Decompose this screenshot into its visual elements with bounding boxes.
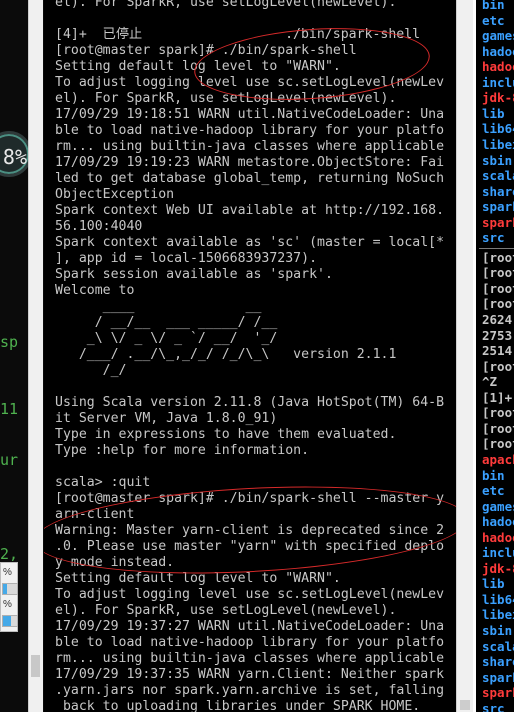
listing-entry: etc — [482, 483, 505, 499]
terminal-output[interactable]: el). For SparkR, use setLogLevel(newLeve… — [55, 0, 444, 712]
adjacent-terminal-listing: binetcgameshadoohadooinclujdk-8liblib64l… — [476, 0, 514, 712]
background-text-fragment: 11 — [0, 400, 19, 418]
listing-entry: [root — [482, 296, 514, 312]
listing-entry: spark — [482, 669, 514, 685]
listing-entry: [root — [482, 265, 514, 281]
listing-entry: hadoo — [482, 529, 514, 545]
listing-entry: libex — [482, 607, 514, 623]
listing-entry: games — [482, 28, 514, 44]
listing-entry: bin — [482, 0, 505, 12]
listing-entry: [root — [482, 358, 514, 374]
mini-stats-panel: % % — [0, 562, 18, 632]
background-text-fragment: sp — [0, 333, 19, 351]
terminal-scrollbar-thumb[interactable] — [460, 700, 470, 710]
listing-entry: scala — [482, 638, 514, 654]
listing-entry: jdk-8 — [482, 560, 514, 576]
terminal-scrollbar[interactable] — [456, 0, 473, 712]
listing-entry: etc — [482, 12, 505, 28]
background-window-strip: sp 11 ur 2, 8% % % — [0, 0, 44, 712]
background-text-fragment: ur — [0, 451, 19, 469]
listing-entry: 2753 — [482, 327, 513, 343]
listing-entry: sbin — [482, 623, 513, 638]
listing-entry: [root — [482, 249, 514, 265]
listing-entry: [root — [482, 420, 514, 436]
listing-entry: bin — [482, 467, 505, 483]
listing-entry: hadoo — [482, 59, 514, 75]
listing-entry: spark — [482, 199, 514, 215]
listing-entry: hadoo — [482, 43, 514, 59]
mini-panel-bar — [2, 615, 18, 627]
listing-entry: inclu — [482, 545, 514, 561]
listing-entry: scala — [482, 168, 514, 184]
listing-entry: 2514 — [482, 343, 513, 359]
listing-entry: lib — [482, 576, 505, 592]
listing-entry: [root — [482, 280, 514, 296]
listing-entry: src — [482, 230, 505, 246]
listing-entry: jdk-8 — [482, 90, 514, 106]
listing-entry: [1]+ — [482, 389, 513, 405]
listing-entry: [root — [482, 436, 514, 452]
listing-entry: share — [482, 654, 514, 670]
listing-entry: spark — [482, 214, 514, 230]
listing-entry: 2624 — [482, 312, 513, 327]
listing-entry: spark — [482, 685, 514, 701]
listing-entry: hadoo — [482, 514, 514, 530]
terminal-window[interactable]: el). For SparkR, use setLogLevel(newLeve… — [44, 0, 456, 712]
listing-entry: lib — [482, 105, 505, 121]
mini-panel-bar — [2, 583, 18, 595]
listing-entry: ^Z — [482, 374, 498, 390]
left-scrollbar-thumb[interactable] — [31, 655, 40, 677]
listing-entry: lib64 — [482, 121, 514, 137]
left-window-scrollbar[interactable] — [28, 0, 43, 712]
listing-entry: sbin — [482, 152, 513, 168]
listing-divider — [479, 247, 514, 249]
listing-entry: src — [482, 700, 505, 712]
listing-entry: lib64 — [482, 591, 514, 607]
listing-entry: games — [482, 498, 514, 514]
mini-panel-label: % — [3, 567, 12, 578]
listing-entry: [root — [482, 405, 514, 421]
listing-entry: libex — [482, 136, 514, 152]
listing-entry: apach — [482, 451, 514, 467]
background-text-fragment: 2, — [0, 545, 19, 563]
listing-entry: inclu — [482, 74, 514, 90]
listing-entry: share — [482, 183, 514, 199]
mini-panel-label: % — [3, 599, 12, 610]
